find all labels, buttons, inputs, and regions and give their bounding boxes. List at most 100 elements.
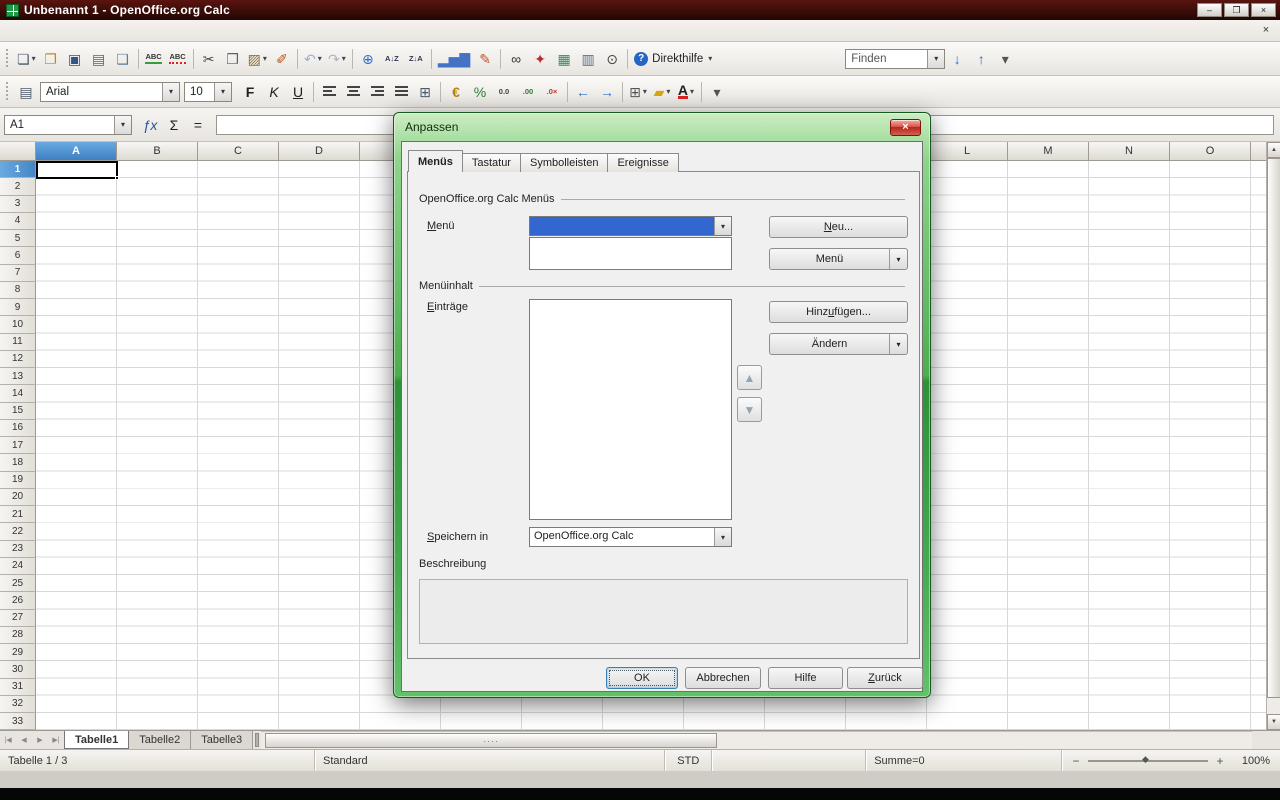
background-color-button[interactable]: ▰ ▾ xyxy=(650,79,674,104)
combobox-drop-icon[interactable]: ▾ xyxy=(214,83,231,101)
sort-ascending-button[interactable]: A↓Z xyxy=(380,46,404,71)
column-header[interactable]: A xyxy=(36,142,117,161)
row-header[interactable]: 10 xyxy=(0,316,36,333)
column-header[interactable]: B xyxy=(117,142,198,161)
row-header[interactable]: 23 xyxy=(0,541,36,558)
back-button[interactable]: Zurück xyxy=(847,667,923,689)
zoom-button[interactable]: ⊙ xyxy=(600,46,624,71)
page-preview-button[interactable]: ❑ xyxy=(111,46,135,71)
open-button[interactable]: ❐ xyxy=(39,46,63,71)
row-header[interactable]: 9 xyxy=(0,299,36,316)
row-header[interactable]: 11 xyxy=(0,334,36,351)
sheet-tab-tabelle2[interactable]: Tabelle2 xyxy=(129,731,191,749)
new-document-button[interactable]: ❏ ▾ xyxy=(14,46,39,71)
zoom-out-button[interactable]: − xyxy=(1070,754,1082,768)
menu-entries-listbox[interactable] xyxy=(529,299,732,520)
find-replace-button[interactable]: ∞ xyxy=(504,46,528,71)
next-sheet-button[interactable]: ▶ xyxy=(32,731,48,749)
align-justified-button[interactable] xyxy=(389,79,413,104)
navigator-button[interactable]: ✦ xyxy=(528,46,552,71)
combobox-drop-icon[interactable]: ▾ xyxy=(162,83,179,101)
modify-button[interactable]: Ändern ▾ xyxy=(769,333,908,355)
add-button[interactable]: Hinzufügen... xyxy=(769,301,908,323)
cut-button[interactable]: ✂ xyxy=(197,46,221,71)
insert-chart-button[interactable]: ▂▅▇ xyxy=(435,46,473,71)
row-header[interactable]: 28 xyxy=(0,627,36,644)
row-header[interactable]: 24 xyxy=(0,558,36,575)
row-header[interactable]: 6 xyxy=(0,247,36,264)
row-header[interactable]: 25 xyxy=(0,575,36,592)
toolbar-overflow-button[interactable]: ▾ xyxy=(705,79,729,104)
align-center-button[interactable] xyxy=(341,79,365,104)
column-header[interactable]: C xyxy=(198,142,279,161)
help-button[interactable]: Hilfe xyxy=(768,667,843,689)
find-toolbar-combobox[interactable]: Finden ▾ xyxy=(845,49,945,69)
column-header[interactable]: M xyxy=(1008,142,1089,161)
row-header[interactable]: 31 xyxy=(0,679,36,696)
formula-button[interactable]: = xyxy=(186,112,210,137)
dialog-tab-menus[interactable]: Menüs xyxy=(408,150,463,172)
horizontal-scrollbar-thumb[interactable]: ···· xyxy=(265,733,717,748)
row-header[interactable]: 3 xyxy=(0,196,36,213)
sort-descending-button[interactable]: Z↓A xyxy=(404,46,428,71)
row-header[interactable]: 18 xyxy=(0,454,36,471)
row-header[interactable]: 4 xyxy=(0,213,36,230)
spellcheck-button[interactable]: ABC xyxy=(142,46,166,71)
toolbar-grip[interactable] xyxy=(5,49,10,69)
row-header[interactable]: 26 xyxy=(0,592,36,609)
zoom-in-button[interactable]: + xyxy=(1214,754,1226,768)
align-right-button[interactable] xyxy=(365,79,389,104)
font-color-button[interactable]: A ▾ xyxy=(674,79,698,104)
autospellcheck-button[interactable]: ABC xyxy=(166,46,190,71)
new-menu-button[interactable]: Neu... xyxy=(769,216,908,238)
cancel-button[interactable]: Abbrechen xyxy=(685,667,761,689)
maximize-button[interactable]: ❐ xyxy=(1224,3,1249,17)
ok-button[interactable]: OK xyxy=(606,667,678,689)
number-format-currency-button[interactable]: € xyxy=(444,79,468,104)
find-previous-button[interactable]: ↑ xyxy=(969,46,993,71)
select-all-corner[interactable] xyxy=(0,142,36,161)
row-header[interactable]: 16 xyxy=(0,420,36,437)
italic-button[interactable]: K xyxy=(262,79,286,104)
add-decimal-button[interactable]: .00 xyxy=(516,79,540,104)
row-header[interactable]: 17 xyxy=(0,437,36,454)
styles-and-formatting-button[interactable]: ▤ xyxy=(14,79,38,104)
menu-combobox[interactable]: ▾ xyxy=(529,216,732,236)
combobox-drop-icon[interactable]: ▾ xyxy=(114,116,131,134)
column-header[interactable]: P xyxy=(1251,142,1266,161)
combobox-drop-icon[interactable]: ▾ xyxy=(927,50,944,68)
merge-cells-button[interactable]: ⊞ xyxy=(413,79,437,104)
row-header[interactable]: 29 xyxy=(0,644,36,661)
row-header[interactable]: 20 xyxy=(0,489,36,506)
sum-button[interactable]: Σ xyxy=(162,112,186,137)
sheet-tab-tabelle1[interactable]: Tabelle1 xyxy=(64,731,129,749)
vertical-scrollbar-thumb[interactable] xyxy=(1267,158,1280,698)
column-header[interactable]: O xyxy=(1170,142,1251,161)
redo-button[interactable]: ↷ ▾ xyxy=(325,46,349,71)
delete-decimal-button[interactable]: .0× xyxy=(540,79,564,104)
align-left-button[interactable] xyxy=(317,79,341,104)
print-button[interactable]: ▤ xyxy=(87,46,111,71)
menu-dropdown-list[interactable] xyxy=(529,237,732,270)
previous-sheet-button[interactable]: ◀ xyxy=(16,731,32,749)
dialog-title-bar[interactable]: Anpassen × xyxy=(401,113,923,141)
decrease-indent-button[interactable]: ← xyxy=(571,79,595,104)
row-header[interactable]: 1 xyxy=(0,161,36,178)
save-in-combobox[interactable]: OpenOffice.org Calc ▾ xyxy=(529,527,732,547)
row-header[interactable]: 22 xyxy=(0,523,36,540)
horizontal-scrollbar[interactable]: ···· xyxy=(261,731,1252,749)
menu-options-button[interactable]: Menü ▾ xyxy=(769,248,908,270)
dialog-close-button[interactable]: × xyxy=(890,119,921,136)
column-header[interactable]: L xyxy=(927,142,1008,161)
font-size-combobox[interactable]: 10 ▾ xyxy=(184,82,232,102)
fill-handle[interactable] xyxy=(115,176,119,180)
row-header[interactable]: 14 xyxy=(0,385,36,402)
data-sources-button[interactable]: ▥ xyxy=(576,46,600,71)
row-header[interactable]: 15 xyxy=(0,403,36,420)
row-header[interactable]: 33 xyxy=(0,713,36,730)
minimize-button[interactable]: – xyxy=(1197,3,1222,17)
function-wizard-button[interactable]: ƒx xyxy=(138,112,162,137)
underline-button[interactable]: U xyxy=(286,79,310,104)
combobox-drop-icon[interactable]: ▾ xyxy=(714,528,731,546)
column-header[interactable]: D xyxy=(279,142,360,161)
